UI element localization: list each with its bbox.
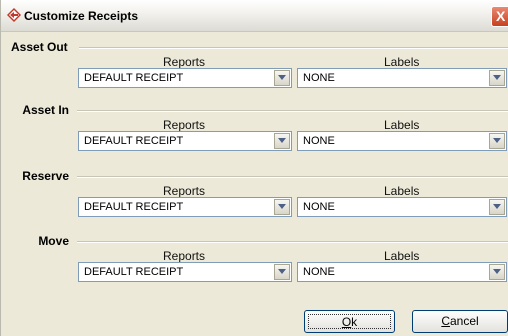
label-select[interactable]: NONE bbox=[297, 262, 507, 282]
section-divider bbox=[77, 241, 508, 243]
section-asset-in: Asset In Reports Labels DEFAULT RECEIPT … bbox=[1, 103, 508, 163]
labels-column-label: Labels bbox=[384, 118, 420, 132]
cancel-label-rest: ancel bbox=[449, 314, 479, 328]
diamond-arrow-icon bbox=[7, 8, 21, 22]
report-select-value: DEFAULT RECEIPT bbox=[84, 201, 184, 213]
close-button[interactable]: X bbox=[491, 6, 508, 27]
reports-column-label: Reports bbox=[163, 249, 206, 263]
customize-receipts-dialog: Customize Receipts X Asset Out Reports L… bbox=[0, 0, 508, 336]
label-select-value: NONE bbox=[303, 135, 335, 147]
report-select-value: DEFAULT RECEIPT bbox=[84, 72, 184, 84]
chevron-down-icon[interactable] bbox=[489, 264, 505, 280]
label-select[interactable]: NONE bbox=[297, 68, 507, 88]
chevron-down-icon[interactable] bbox=[489, 133, 505, 149]
ok-label-rest: k bbox=[351, 315, 358, 329]
ok-button[interactable]: Ok bbox=[304, 310, 395, 333]
labels-column-label: Labels bbox=[384, 55, 420, 69]
chevron-down-icon[interactable] bbox=[489, 70, 505, 86]
title-bar[interactable]: Customize Receipts X bbox=[1, 0, 508, 32]
reports-column-label: Reports bbox=[163, 184, 206, 198]
report-select[interactable]: DEFAULT RECEIPT bbox=[78, 197, 292, 217]
section-divider bbox=[77, 176, 508, 178]
label-select[interactable]: NONE bbox=[297, 131, 507, 151]
chevron-down-icon[interactable] bbox=[274, 199, 290, 215]
section-move: Move Reports Labels DEFAULT RECEIPT NONE bbox=[1, 234, 508, 294]
section-reserve: Reserve Reports Labels DEFAULT RECEIPT N… bbox=[1, 169, 508, 229]
section-title: Reserve bbox=[22, 169, 69, 183]
report-select[interactable]: DEFAULT RECEIPT bbox=[78, 262, 292, 282]
labels-column-label: Labels bbox=[384, 249, 420, 263]
section-title: Asset In bbox=[22, 103, 69, 117]
label-select-value: NONE bbox=[303, 201, 335, 213]
reports-column-label: Reports bbox=[163, 55, 206, 69]
close-icon: X bbox=[496, 8, 506, 24]
chevron-down-icon[interactable] bbox=[274, 264, 290, 280]
report-select[interactable]: DEFAULT RECEIPT bbox=[78, 131, 292, 151]
chevron-down-icon[interactable] bbox=[489, 199, 505, 215]
ok-mnemonic: O bbox=[341, 315, 352, 329]
labels-column-label: Labels bbox=[384, 184, 420, 198]
label-select[interactable]: NONE bbox=[297, 197, 507, 217]
chevron-down-icon[interactable] bbox=[274, 70, 290, 86]
report-select-value: DEFAULT RECEIPT bbox=[84, 266, 184, 278]
section-asset-out: Asset Out Reports Labels DEFAULT RECEIPT… bbox=[1, 40, 508, 100]
cancel-mnemonic: C bbox=[441, 314, 450, 328]
report-select[interactable]: DEFAULT RECEIPT bbox=[78, 68, 292, 88]
section-divider bbox=[79, 47, 508, 49]
reports-column-label: Reports bbox=[163, 118, 206, 132]
section-title: Asset Out bbox=[11, 40, 68, 54]
label-select-value: NONE bbox=[303, 72, 335, 84]
report-select-value: DEFAULT RECEIPT bbox=[84, 135, 184, 147]
chevron-down-icon[interactable] bbox=[274, 133, 290, 149]
section-divider bbox=[77, 110, 508, 112]
section-title: Move bbox=[38, 234, 69, 248]
window-title: Customize Receipts bbox=[24, 9, 139, 23]
cancel-button[interactable]: Cancel bbox=[412, 310, 508, 333]
label-select-value: NONE bbox=[303, 266, 335, 278]
ok-button-focus: Ok bbox=[308, 314, 391, 329]
